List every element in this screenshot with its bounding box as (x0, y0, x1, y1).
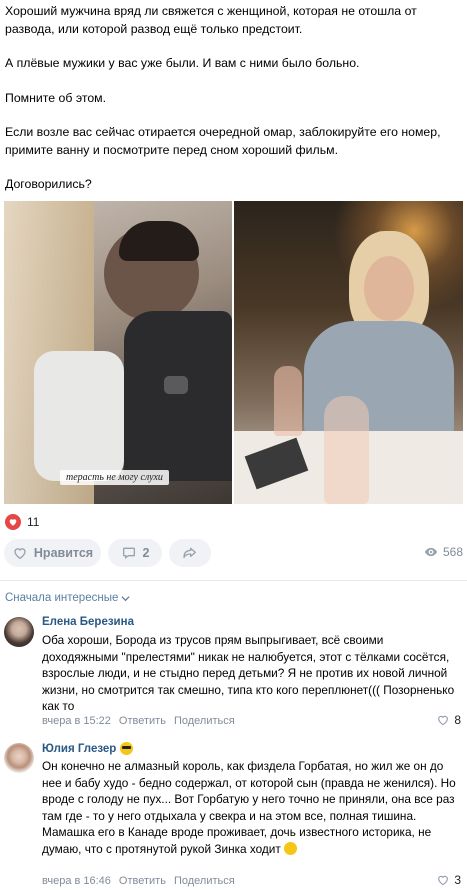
comment-author[interactable]: Елена Березина (42, 616, 134, 628)
post-paragraph: Договорились? (5, 177, 92, 191)
post-reactions[interactable]: 11 (5, 514, 39, 530)
comment-author[interactable]: Юлия Глезер (42, 742, 134, 755)
chevron-down-icon (121, 595, 130, 601)
comment-text: Он конечно не алмазный король, как физде… (42, 759, 456, 856)
sunglasses-emoji-icon (120, 742, 134, 755)
eye-icon (424, 547, 438, 557)
divider (0, 580, 467, 581)
avatar[interactable] (4, 617, 34, 647)
reply-link[interactable]: Ответить (119, 715, 166, 727)
post-paragraph: Если возле вас сейчас отирается очередно… (5, 125, 441, 157)
views-count: 568 (442, 545, 463, 559)
reactions-count: 11 (27, 515, 40, 529)
heart-outline-icon (14, 548, 26, 560)
reply-link[interactable]: Ответить (119, 875, 166, 887)
share-button[interactable] (169, 539, 211, 567)
comment-text: Оба хороши, Борода из трусов прям выпрыг… (42, 633, 455, 714)
photo-woman[interactable] (234, 201, 463, 504)
post-actions: Нравится 2 568 (4, 539, 463, 569)
sort-label: Сначала интересные (5, 592, 119, 604)
post-text: Хороший мужчина вряд ли свяжется с женщи… (5, 3, 460, 194)
views-counter: 568 (424, 545, 463, 559)
like-label: Нравится (33, 546, 94, 560)
heart-icon (5, 514, 21, 530)
comment-like[interactable]: 3 (436, 873, 461, 887)
photo-caption: терасть не могу слухи (60, 470, 169, 485)
comments-sort[interactable]: Сначала интересные (5, 592, 130, 604)
comment-meta: вчера в 15:22 Ответить Поделиться (42, 715, 235, 727)
comments-count: 2 (142, 546, 150, 560)
post-paragraph: Помните об этом. (5, 90, 107, 105)
comment: Елена Березина Оба хороши, Борода из тру… (0, 614, 467, 734)
photo-couple[interactable]: терасть не могу слухи (4, 201, 232, 504)
comment-like-count: 3 (454, 873, 461, 887)
comment: Юлия Глезер Он конечно не алмазный корол… (0, 740, 467, 890)
share-link[interactable]: Поделиться (174, 715, 235, 727)
post-paragraph: Хороший мужчина вряд ли свяжется с женщи… (5, 4, 417, 36)
comment-time[interactable]: вчера в 15:22 (42, 715, 111, 727)
comment-icon (122, 547, 135, 559)
emoji-icon (284, 841, 298, 855)
heart-outline-icon (438, 715, 449, 726)
post-photos: терасть не могу слухи (4, 201, 463, 504)
comment-time[interactable]: вчера в 16:46 (42, 875, 111, 887)
avatar[interactable] (4, 743, 34, 773)
comment-meta: вчера в 16:46 Ответить Поделиться (42, 875, 235, 887)
post-paragraph: А плёвые мужики у вас уже были. И вам с … (5, 56, 360, 70)
like-button[interactable]: Нравится (4, 539, 101, 567)
comment-like[interactable]: 8 (436, 713, 461, 727)
comment-like-count: 8 (454, 713, 461, 727)
share-link[interactable]: Поделиться (174, 875, 235, 887)
heart-outline-icon (438, 875, 449, 886)
share-icon (183, 547, 196, 558)
comment-button[interactable]: 2 (108, 539, 162, 567)
